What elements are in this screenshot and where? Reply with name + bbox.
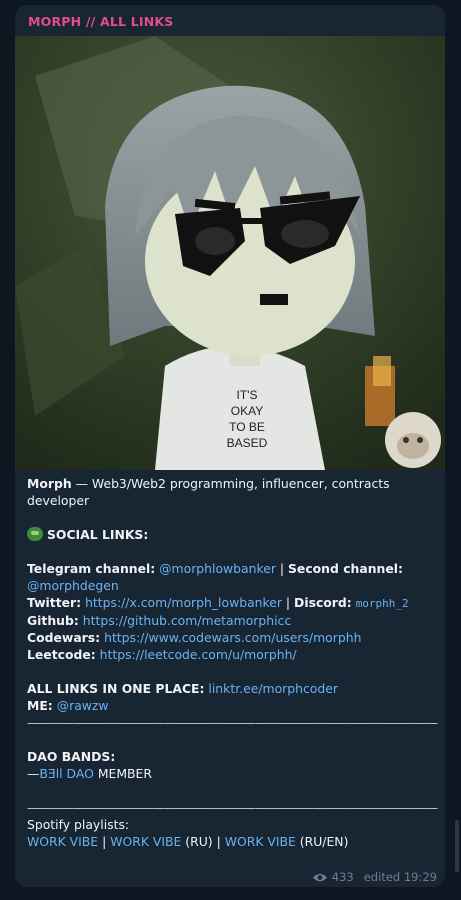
playlist-link-1[interactable]: WORK VIBE — [27, 834, 98, 849]
leetcode-label: Leetcode: — [27, 647, 96, 662]
divider-2: ———————————————————————————————————— — [27, 800, 438, 815]
dao-suffix: MEMBER — [93, 766, 152, 781]
codewars-label: Codewars: — [27, 630, 101, 645]
twitter-link[interactable]: https://x.com/morph_lowbanker — [85, 595, 282, 610]
message-meta: 433 edited 19:29 — [312, 870, 437, 884]
all-links-label: ALL LINKS IN ONE PLACE: — [27, 681, 205, 696]
second-channel-line: @morphdegen — [27, 577, 439, 594]
me-link[interactable]: @rawzw — [57, 698, 109, 713]
me-label: ME: — [27, 698, 53, 713]
dao-link[interactable]: BƎll DAO — [39, 766, 94, 781]
dao-prefix: — — [27, 766, 40, 781]
dao-label: DAO BANDS: — [27, 749, 116, 764]
separator: | — [281, 595, 295, 610]
dao-label-line: DAO BANDS: — [27, 748, 439, 765]
intro-line: Morph — Web3/Web2 programming, influence… — [27, 475, 439, 509]
twitter-line: Twitter: https://x.com/morph_lowbanker |… — [27, 594, 439, 612]
post-text: Morph — Web3/Web2 programming, influence… — [27, 475, 439, 850]
discord-handle[interactable]: morphh_2 — [356, 597, 409, 610]
separator: | — [98, 834, 111, 849]
codewars-link[interactable]: https://www.codewars.com/users/morphh — [104, 630, 361, 645]
telegram-link[interactable]: @morphlowbanker — [159, 561, 276, 576]
playlists-line: WORK VIBE | WORK VIBE (RU) | WORK VIBE (… — [27, 833, 439, 850]
me-line: ME: @rawzw — [27, 697, 439, 714]
playlist-2-suffix: (RU) — [181, 834, 213, 849]
discord-label: Discord: — [294, 595, 352, 610]
twitter-label: Twitter: — [27, 595, 82, 610]
codewars-line: Codewars: https://www.codewars.com/users… — [27, 629, 439, 646]
edited-time: edited 19:29 — [363, 870, 437, 884]
shirt-line-1: IT'S — [237, 388, 258, 402]
all-links-link[interactable]: linktr.ee/morphcoder — [208, 681, 338, 696]
second-channel-link[interactable]: @morphdegen — [27, 578, 119, 593]
eye-icon — [312, 873, 327, 881]
shirt-line-4: BASED — [227, 436, 268, 450]
playlist-link-3[interactable]: WORK VIBE — [225, 834, 296, 849]
github-label: Github: — [27, 613, 79, 628]
playlist-link-2[interactable]: WORK VIBE — [110, 834, 181, 849]
view-count: 433 — [331, 870, 354, 884]
separator: | — [275, 561, 288, 576]
leetcode-line: Leetcode: https://leetcode.com/u/morphh/ — [27, 646, 439, 663]
github-line: Github: https://github.com/metamorphicc — [27, 612, 439, 629]
telegram-line: Telegram channel: @morphlowbanker | Seco… — [27, 560, 439, 577]
social-header-line: SOCIAL LINKS: — [27, 526, 439, 543]
github-link[interactable]: https://github.com/metamorphicc — [83, 613, 291, 628]
channel-title[interactable]: MORPH // ALL LINKS — [28, 14, 173, 29]
shirt-line-3: TO BE — [229, 420, 265, 434]
spotify-label: Spotify playlists: — [27, 817, 130, 832]
pepe-emoji-icon — [27, 527, 43, 541]
dao-line: —BƎll DAO MEMBER — [27, 765, 439, 782]
post-image[interactable]: IT'S OKAY TO BE BASED — [15, 36, 445, 470]
message-bubble: MORPH // ALL LINKS IT'S OKAY TO BE BASED… — [15, 5, 445, 887]
second-channel-label: Second channel: — [288, 561, 403, 576]
leetcode-link[interactable]: https://leetcode.com/u/morphh/ — [100, 647, 297, 662]
social-header: SOCIAL LINKS: — [47, 527, 149, 542]
divider-1: ———————————————————————————————————— — [27, 715, 438, 730]
telegram-label: Telegram channel: — [27, 561, 156, 576]
all-links-line: ALL LINKS IN ONE PLACE: linktr.ee/morphc… — [27, 680, 439, 697]
intro-text: — Web3/Web2 programming, influencer, con… — [27, 476, 390, 508]
shirt-line-2: OKAY — [231, 404, 263, 418]
intro-name: Morph — [27, 476, 72, 491]
scrollbar[interactable] — [455, 820, 459, 872]
separator: | — [212, 834, 225, 849]
playlist-3-suffix: (RU/EN) — [295, 834, 349, 849]
